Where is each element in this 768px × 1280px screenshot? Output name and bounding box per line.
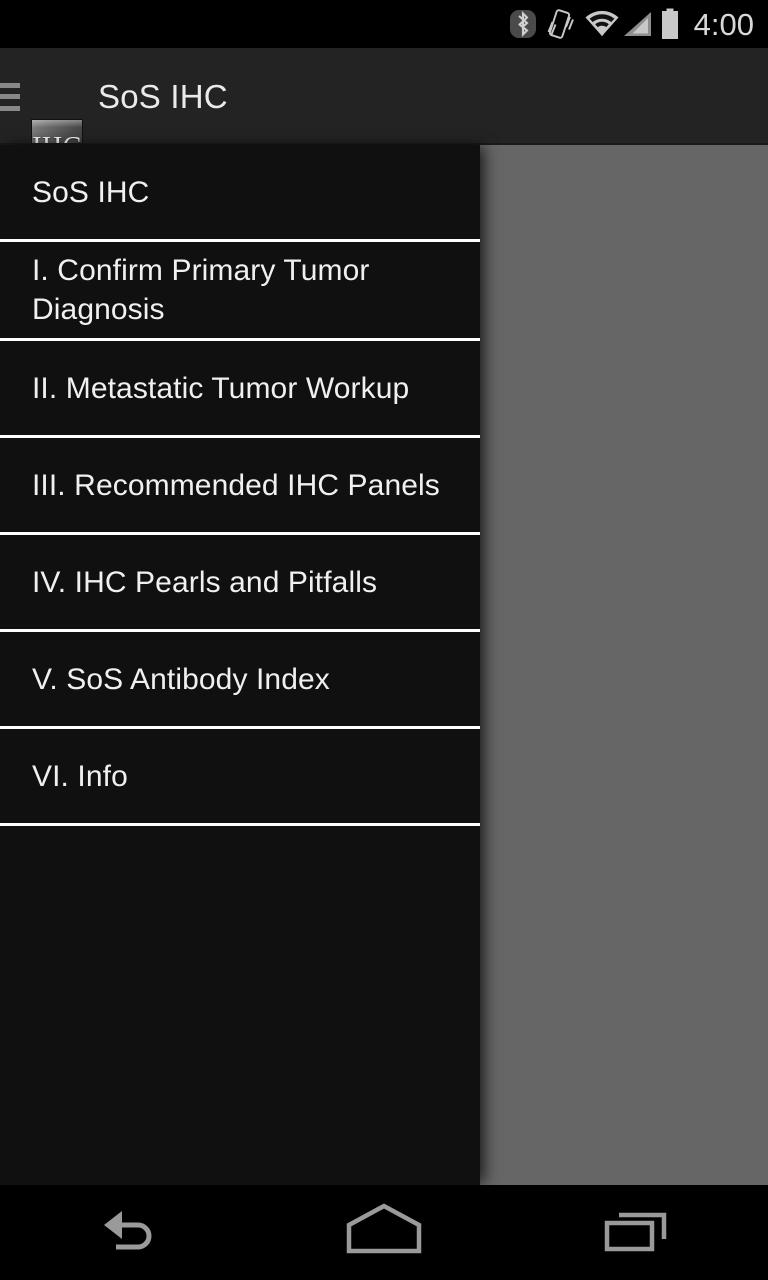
drawer-item-label: II. Metastatic Tumor Workup (32, 371, 410, 405)
drawer-item-ihc-pearls-and-pitfalls[interactable]: IV. IHC Pearls and Pitfalls (0, 535, 480, 632)
drawer-item-label: III. Recommended IHC Panels (32, 468, 440, 502)
android-screen: 4:00 IHC SoS IHC SoS IHC I. Confirm Prim… (0, 0, 768, 1280)
drawer-item-recommended-ihc-panels[interactable]: III. Recommended IHC Panels (0, 438, 480, 535)
recents-icon (600, 1201, 680, 1264)
app-icon-gloss (32, 120, 82, 127)
status-bar-clock: 4:00 (693, 6, 754, 42)
drawer-item-info[interactable]: VI. Info (0, 729, 480, 826)
drawer-item-sos-antibody-index[interactable]: V. SoS Antibody Index (0, 632, 480, 729)
action-bar: IHC SoS IHC (0, 48, 768, 177)
drawer-item-list: SoS IHC I. Confirm Primary Tumor Diagnos… (0, 145, 480, 1185)
hamburger-bar-3 (0, 105, 20, 111)
drawer-item-label: IV. IHC Pearls and Pitfalls (32, 565, 378, 599)
drawer-empty-space (0, 826, 480, 1185)
drawer-item-label: V. SoS Antibody Index (32, 662, 330, 696)
drawer-item-label: VI. Info (32, 759, 128, 793)
navigation-drawer: SoS IHC I. Confirm Primary Tumor Diagnos… (0, 145, 480, 1185)
bluetooth-icon (509, 8, 536, 40)
status-bar: 4:00 (0, 0, 768, 48)
drawer-item-label: I. Confirm Primary Tumor Diagnosis (32, 254, 370, 326)
recents-button[interactable] (512, 1185, 768, 1280)
drawer-item-sos-ihc[interactable]: SoS IHC (0, 145, 480, 242)
page-title: SoS IHC (98, 77, 228, 115)
drawer-item-confirm-primary-tumor-diagnosis[interactable]: I. Confirm Primary Tumor Diagnosis (0, 242, 480, 341)
hamburger-menu-icon[interactable] (0, 82, 20, 112)
hamburger-bar-1 (0, 82, 20, 88)
home-button[interactable] (256, 1185, 512, 1280)
wifi-icon (584, 10, 620, 38)
cellular-signal-icon (622, 10, 652, 38)
system-navigation-bar (0, 1185, 768, 1280)
back-arrow-icon (92, 1203, 164, 1262)
battery-icon (660, 8, 680, 40)
hamburger-bar-2 (0, 94, 20, 99)
vibrate-icon (546, 7, 574, 41)
drawer-item-metastatic-tumor-workup[interactable]: II. Metastatic Tumor Workup (0, 341, 480, 438)
back-button[interactable] (0, 1185, 256, 1280)
drawer-item-label: SoS IHC (32, 175, 150, 209)
home-icon (341, 1201, 427, 1264)
